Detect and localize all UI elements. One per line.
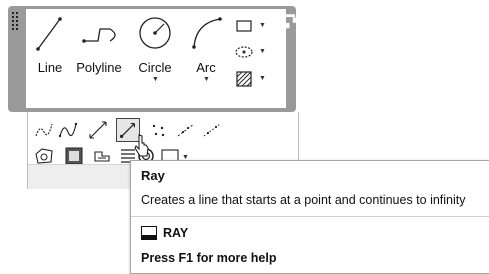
hatch-icon [236,71,252,87]
arc-label: Arc [196,60,216,75]
hatch-tool-button[interactable]: ▼ [232,69,272,91]
rectangle-icon [236,20,252,32]
ellipse-dropdown-arrow[interactable]: ▼ [259,48,266,55]
arc-tool-button[interactable]: Arc ▼ [184,11,228,87]
ellipse-tool-button[interactable]: ▼ [232,43,272,63]
polyline-icon [82,28,116,43]
mouse-pointer-icon [134,134,149,157]
measure-icon[interactable] [202,120,222,140]
polyline-tool-button[interactable]: Polyline [70,11,128,81]
ray-tooltip: Ray Creates a line that starts at a poin… [130,160,489,274]
draw-panel: Line Polyline Circle ▼ Arc ▼ ▼ ▼ ▼ ▬ ▖▘ [8,6,300,112]
circle-dropdown-arrow[interactable]: ▼ [152,76,159,83]
tooltip-help-text: Press F1 for more help [141,251,277,265]
tooltip-title: Ray [141,168,165,183]
tooltip-command: RAY [163,226,189,240]
polyline-label: Polyline [76,60,122,75]
rectangle-tool-button[interactable]: ▼ [232,17,272,37]
wipeout-icon[interactable] [64,146,84,166]
arc-dropdown-arrow[interactable]: ▼ [203,76,210,83]
line-label: Line [37,60,63,75]
tooltip-description: Creates a line that starts at a point an… [141,193,466,207]
ellipse-icon [235,46,253,58]
panel-grip-handle[interactable] [12,12,20,34]
multiple-points-icon[interactable] [148,120,168,140]
construction-line-icon[interactable] [88,120,108,140]
revision-cloud-icon[interactable] [92,146,112,166]
region-icon[interactable] [34,146,54,166]
command-line-icon [141,226,157,240]
circle-label: Circle [138,60,172,75]
circle-tool-button[interactable]: Circle ▼ [130,11,180,87]
spline-cv-icon[interactable] [58,120,78,140]
line-icon [36,17,62,51]
rectangle-dropdown-arrow[interactable]: ▼ [259,22,266,29]
circle-icon [139,17,171,49]
divide-icon[interactable] [176,120,196,140]
tooltip-divider [131,216,489,217]
line-tool-button[interactable]: Line [30,11,70,81]
spline-fit-icon[interactable] [34,120,54,140]
panel-pin-icon[interactable]: ▬ ▖▘ [286,10,300,34]
draw-panel-tools: Line Polyline Circle ▼ Arc ▼ ▼ ▼ ▼ [26,9,286,108]
hatch-dropdown-arrow[interactable]: ▼ [259,75,266,82]
arc-icon [192,17,222,49]
